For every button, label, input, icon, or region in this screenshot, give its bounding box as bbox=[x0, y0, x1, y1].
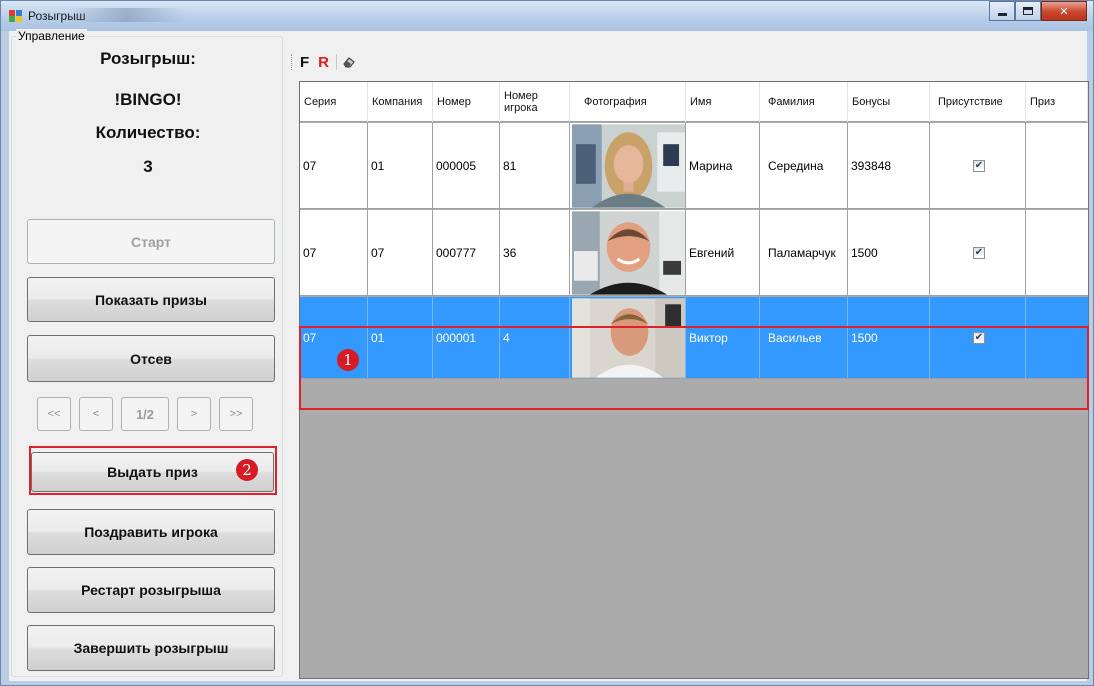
cell-prize bbox=[1026, 123, 1088, 208]
cell-number: 000005 bbox=[433, 123, 500, 208]
cell-photo bbox=[570, 123, 686, 208]
start-button[interactable]: Старт bbox=[27, 219, 275, 264]
title-blur bbox=[67, 8, 187, 22]
minimize-icon bbox=[997, 12, 1007, 16]
eraser-icon[interactable] bbox=[342, 55, 356, 69]
cell-player-number: 36 bbox=[500, 210, 570, 295]
close-button[interactable]: ✕ bbox=[1041, 1, 1087, 21]
column-header-series[interactable]: Серия bbox=[300, 82, 368, 122]
show-prizes-button[interactable]: Показать призы bbox=[27, 277, 275, 322]
cell-first-name: Марина bbox=[686, 123, 760, 208]
filter-f-button[interactable]: F bbox=[300, 54, 309, 71]
title-bar[interactable]: Розыгрыш ✕ bbox=[1, 1, 1093, 31]
cell-last-name: Паламарчук bbox=[760, 210, 848, 295]
cell-photo bbox=[570, 210, 686, 295]
player-photo-marina bbox=[572, 123, 685, 208]
maximize-button[interactable] bbox=[1015, 1, 1041, 21]
marker-1: 1 bbox=[337, 349, 359, 371]
minimize-button[interactable] bbox=[989, 1, 1015, 21]
cell-series: 07 bbox=[300, 123, 368, 208]
column-header-prize[interactable]: Приз bbox=[1026, 82, 1088, 122]
players-grid: Серия Компания Номер Номер игрока Фотогр… bbox=[299, 81, 1089, 679]
marker-2: 2 bbox=[236, 459, 258, 481]
highlight-selected-row bbox=[299, 326, 1089, 410]
presence-checkbox[interactable]: ✔ bbox=[973, 246, 985, 259]
pager-first-button[interactable]: << bbox=[37, 397, 71, 431]
congratulate-button[interactable]: Поздравить игрока bbox=[27, 509, 275, 555]
column-header-first-name[interactable]: Имя bbox=[686, 82, 760, 122]
cell-first-name: Евгений bbox=[686, 210, 760, 295]
table-row[interactable]: 07 01 000005 81 Марина Середина 393848 ✔ bbox=[300, 123, 1088, 209]
pager-next-button[interactable]: > bbox=[177, 397, 211, 431]
groupbox-legend: Управление bbox=[16, 29, 87, 43]
draw-label: Розыгрыш: bbox=[100, 49, 196, 68]
count-value: 3 bbox=[143, 157, 153, 176]
cell-presence: ✔ bbox=[930, 123, 1026, 208]
column-header-photo[interactable]: Фотография bbox=[570, 82, 686, 122]
column-header-player-number[interactable]: Номер игрока bbox=[500, 82, 570, 122]
cell-bonus: 393848 bbox=[848, 123, 930, 208]
control-groupbox: Управление Розыгрыш: !BINGO! Количество:… bbox=[11, 29, 283, 677]
app-window: Розыгрыш ✕ Управление Розыгрыш: !BINGO! … bbox=[0, 0, 1094, 686]
cell-company: 01 bbox=[368, 123, 433, 208]
presence-checkbox[interactable]: ✔ bbox=[973, 159, 985, 172]
cell-bonus: 1500 bbox=[848, 210, 930, 295]
column-header-bonus[interactable]: Бонусы bbox=[848, 82, 930, 122]
toolbar-grip[interactable] bbox=[291, 54, 294, 70]
filter-r-button[interactable]: R bbox=[318, 54, 329, 71]
toolbar-separator bbox=[336, 54, 338, 70]
column-header-company[interactable]: Компания bbox=[368, 82, 433, 122]
pager-last-button[interactable]: >> bbox=[219, 397, 253, 431]
draw-name: !BINGO! bbox=[114, 90, 182, 109]
cell-prize bbox=[1026, 210, 1088, 295]
cell-last-name: Середина bbox=[760, 123, 848, 208]
finish-button[interactable]: Завершить розыгрыш bbox=[27, 625, 275, 671]
cell-player-number: 81 bbox=[500, 123, 570, 208]
player-photo-evgeny bbox=[572, 210, 685, 295]
app-icon bbox=[9, 10, 23, 22]
table-row[interactable]: 07 07 000777 36 Евгений Паламарчук 1500 … bbox=[300, 210, 1088, 296]
close-icon: ✕ bbox=[1059, 5, 1069, 18]
screening-button[interactable]: Отсев bbox=[27, 335, 275, 382]
pager-prev-button[interactable]: < bbox=[79, 397, 113, 431]
cell-number: 000777 bbox=[433, 210, 500, 295]
cell-presence: ✔ bbox=[930, 210, 1026, 295]
maximize-icon bbox=[1023, 7, 1033, 15]
column-header-last-name[interactable]: Фамилия bbox=[760, 82, 848, 122]
count-label: Количество: bbox=[95, 123, 201, 142]
cell-series: 07 bbox=[300, 210, 368, 295]
grid-header: Серия Компания Номер Номер игрока Фотогр… bbox=[300, 82, 1088, 122]
restart-button[interactable]: Рестарт розыгрыша bbox=[27, 567, 275, 613]
client-area: Управление Розыгрыш: !BINGO! Количество:… bbox=[9, 29, 1089, 681]
cell-company: 07 bbox=[368, 210, 433, 295]
pager-page-indicator: 1/2 bbox=[121, 397, 169, 431]
grid-toolbar: F R bbox=[291, 51, 356, 73]
column-header-presence[interactable]: Присутствие bbox=[930, 82, 1026, 122]
column-header-number[interactable]: Номер bbox=[433, 82, 500, 122]
